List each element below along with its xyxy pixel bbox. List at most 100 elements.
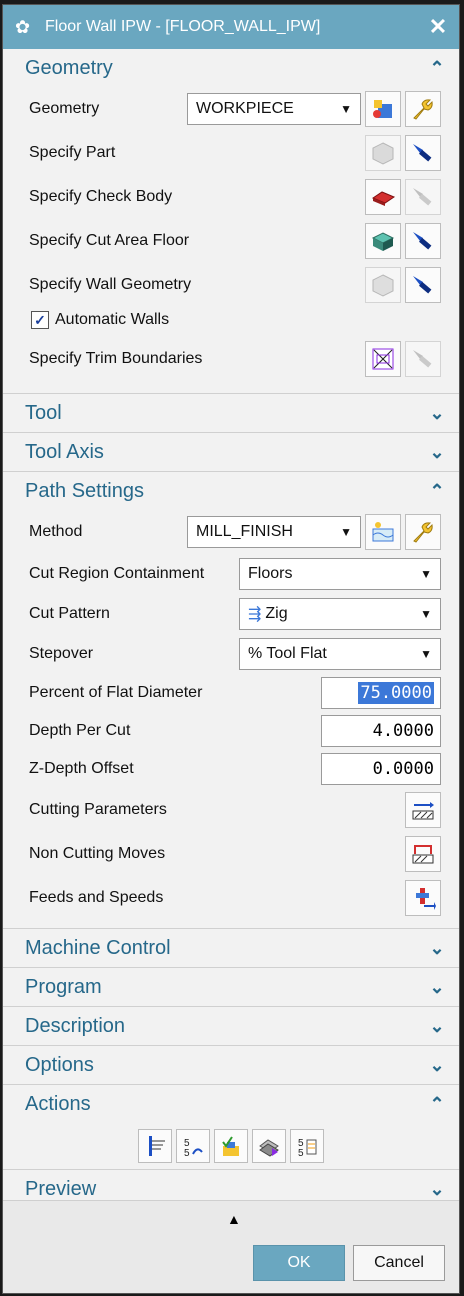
dropdown-arrow-icon: ▼ bbox=[420, 567, 432, 581]
automatic-walls-checkbox[interactable]: ✓ bbox=[31, 311, 49, 329]
verify-button[interactable] bbox=[214, 1129, 248, 1163]
geometry-select[interactable]: WORKPIECE ▼ bbox=[187, 93, 361, 125]
feeds-and-speeds-label: Feeds and Speeds bbox=[29, 889, 164, 906]
chevron-down-icon: ⌄ bbox=[429, 441, 445, 462]
list-button[interactable] bbox=[252, 1129, 286, 1163]
section-header-program[interactable]: Program ⌄ bbox=[3, 968, 459, 1006]
stepover-select-value: % Tool Flat bbox=[248, 645, 327, 662]
specify-part-label: Specify Part bbox=[29, 144, 116, 161]
section-label: Geometry bbox=[25, 56, 113, 79]
flashlight-icon bbox=[413, 350, 432, 368]
chevron-down-icon: ⌄ bbox=[429, 1015, 445, 1036]
cut-pattern-select-value: Zig bbox=[265, 605, 288, 622]
specify-check-body-label: Specify Check Body bbox=[29, 188, 173, 205]
feeds-and-speeds-button[interactable] bbox=[405, 880, 441, 916]
stepover-label: Stepover bbox=[29, 645, 94, 662]
show-cut-area-floor-button[interactable] bbox=[405, 223, 441, 259]
automatic-walls-row: ✓ Automatic Walls bbox=[3, 307, 459, 333]
section-tool: Tool ⌄ bbox=[3, 394, 459, 433]
cutting-parameters-button[interactable] bbox=[405, 792, 441, 828]
select-check-body-button[interactable] bbox=[365, 179, 401, 215]
replay-button[interactable]: 55 bbox=[176, 1129, 210, 1163]
non-cutting-moves-button[interactable] bbox=[405, 836, 441, 872]
generate-button[interactable] bbox=[138, 1129, 172, 1163]
cut-pattern-row: Cut Pattern ⇶ Zig ▼ bbox=[3, 594, 459, 634]
section-header-machine-control[interactable]: Machine Control ⌄ bbox=[3, 929, 459, 967]
floor-wall-ipw-dialog: ✿ Floor Wall IPW - [FLOOR_WALL_IPW] ✕ Ge… bbox=[2, 4, 460, 1294]
method-select[interactable]: MILL_FINISH ▼ bbox=[187, 516, 361, 548]
specify-wall-geometry-label: Specify Wall Geometry bbox=[29, 276, 192, 293]
cutting-parameters-row: Cutting Parameters bbox=[3, 788, 459, 832]
section-header-description[interactable]: Description ⌄ bbox=[3, 1007, 459, 1045]
percent-flat-value: 75.0000 bbox=[358, 682, 434, 704]
section-tool-axis: Tool Axis ⌄ bbox=[3, 433, 459, 472]
ok-button[interactable]: OK bbox=[253, 1245, 345, 1281]
svg-text:5: 5 bbox=[298, 1148, 304, 1158]
flashlight-icon bbox=[413, 232, 432, 250]
output-button[interactable]: 55 bbox=[290, 1129, 324, 1163]
show-trim-boundaries-button[interactable] bbox=[405, 341, 441, 377]
depth-per-cut-input[interactable]: 4.0000 bbox=[321, 715, 441, 747]
specify-cut-area-floor-label: Specify Cut Area Floor bbox=[29, 232, 190, 249]
new-method-icon bbox=[372, 522, 394, 542]
section-label: Machine Control bbox=[25, 936, 171, 959]
section-label: Options bbox=[25, 1053, 94, 1076]
close-icon[interactable]: ✕ bbox=[427, 14, 449, 40]
wrench-icon bbox=[413, 522, 433, 543]
specify-part-row: Specify Part bbox=[3, 131, 459, 175]
show-part-button[interactable] bbox=[405, 135, 441, 171]
z-depth-offset-label: Z-Depth Offset bbox=[29, 760, 134, 777]
z-depth-offset-input[interactable]: 0.0000 bbox=[321, 753, 441, 785]
list-icon bbox=[259, 1139, 279, 1157]
section-label: Preview bbox=[25, 1177, 97, 1200]
collapse-triangle-icon[interactable]: ▲ bbox=[227, 1211, 241, 1227]
edit-geometry-button[interactable] bbox=[405, 91, 441, 127]
section-machine-control: Machine Control ⌄ bbox=[3, 929, 459, 968]
depth-per-cut-label: Depth Per Cut bbox=[29, 722, 131, 739]
section-label: Tool bbox=[25, 401, 62, 424]
flashlight-icon bbox=[413, 276, 432, 294]
percent-flat-input[interactable]: 75.0000 bbox=[321, 677, 441, 709]
cut-region-label: Cut Region Containment bbox=[29, 565, 205, 582]
cut-region-select[interactable]: Floors ▼ bbox=[239, 558, 441, 590]
title-bar[interactable]: ✿ Floor Wall IPW - [FLOOR_WALL_IPW] ✕ bbox=[3, 5, 459, 49]
show-wall-geometry-button[interactable] bbox=[405, 267, 441, 303]
section-label: Tool Axis bbox=[25, 440, 104, 463]
wall-geometry-icon bbox=[372, 274, 394, 297]
select-cut-area-floor-button[interactable] bbox=[365, 223, 401, 259]
cut-pattern-select[interactable]: ⇶ Zig ▼ bbox=[239, 598, 441, 630]
section-header-path-settings[interactable]: Path Settings ⌃ bbox=[3, 472, 459, 510]
new-method-button[interactable] bbox=[365, 514, 401, 550]
dropdown-arrow-icon: ▼ bbox=[340, 525, 352, 539]
stepover-select[interactable]: % Tool Flat ▼ bbox=[239, 638, 441, 670]
section-header-actions[interactable]: Actions ⌃ bbox=[3, 1085, 459, 1123]
chevron-up-icon: ⌃ bbox=[429, 1093, 445, 1114]
z-depth-offset-value: 0.0000 bbox=[372, 759, 434, 779]
new-geometry-button[interactable] bbox=[365, 91, 401, 127]
section-options: Options ⌄ bbox=[3, 1046, 459, 1085]
section-header-tool-axis[interactable]: Tool Axis ⌄ bbox=[3, 433, 459, 471]
cut-region-select-value: Floors bbox=[248, 565, 293, 582]
verify-icon bbox=[222, 1136, 239, 1156]
select-trim-boundaries-button[interactable] bbox=[365, 341, 401, 377]
stepover-row: Stepover % Tool Flat ▼ bbox=[3, 634, 459, 674]
cut-area-floor-icon bbox=[371, 232, 395, 251]
section-path-settings: Path Settings ⌃ Method MILL_FINISH ▼ Cut bbox=[3, 472, 459, 929]
show-check-body-button[interactable] bbox=[405, 179, 441, 215]
section-description: Description ⌄ bbox=[3, 1007, 459, 1046]
window-title: Floor Wall IPW - [FLOOR_WALL_IPW] bbox=[45, 18, 321, 35]
cancel-button[interactable]: Cancel bbox=[353, 1245, 445, 1281]
select-part-button[interactable] bbox=[365, 135, 401, 171]
chevron-up-icon: ⌃ bbox=[429, 57, 445, 78]
section-header-options[interactable]: Options ⌄ bbox=[3, 1046, 459, 1084]
edit-method-button[interactable] bbox=[405, 514, 441, 550]
gear-icon[interactable]: ✿ bbox=[15, 17, 37, 38]
geometry-label: Geometry bbox=[29, 100, 100, 117]
select-wall-geometry-button[interactable] bbox=[365, 267, 401, 303]
automatic-walls-label: Automatic Walls bbox=[55, 311, 170, 328]
section-header-geometry[interactable]: Geometry ⌃ bbox=[3, 49, 459, 87]
cube-icon bbox=[372, 142, 394, 165]
zig-icon: ⇶ bbox=[248, 606, 262, 623]
section-header-tool[interactable]: Tool ⌄ bbox=[3, 394, 459, 432]
non-cutting-moves-label: Non Cutting Moves bbox=[29, 845, 166, 862]
